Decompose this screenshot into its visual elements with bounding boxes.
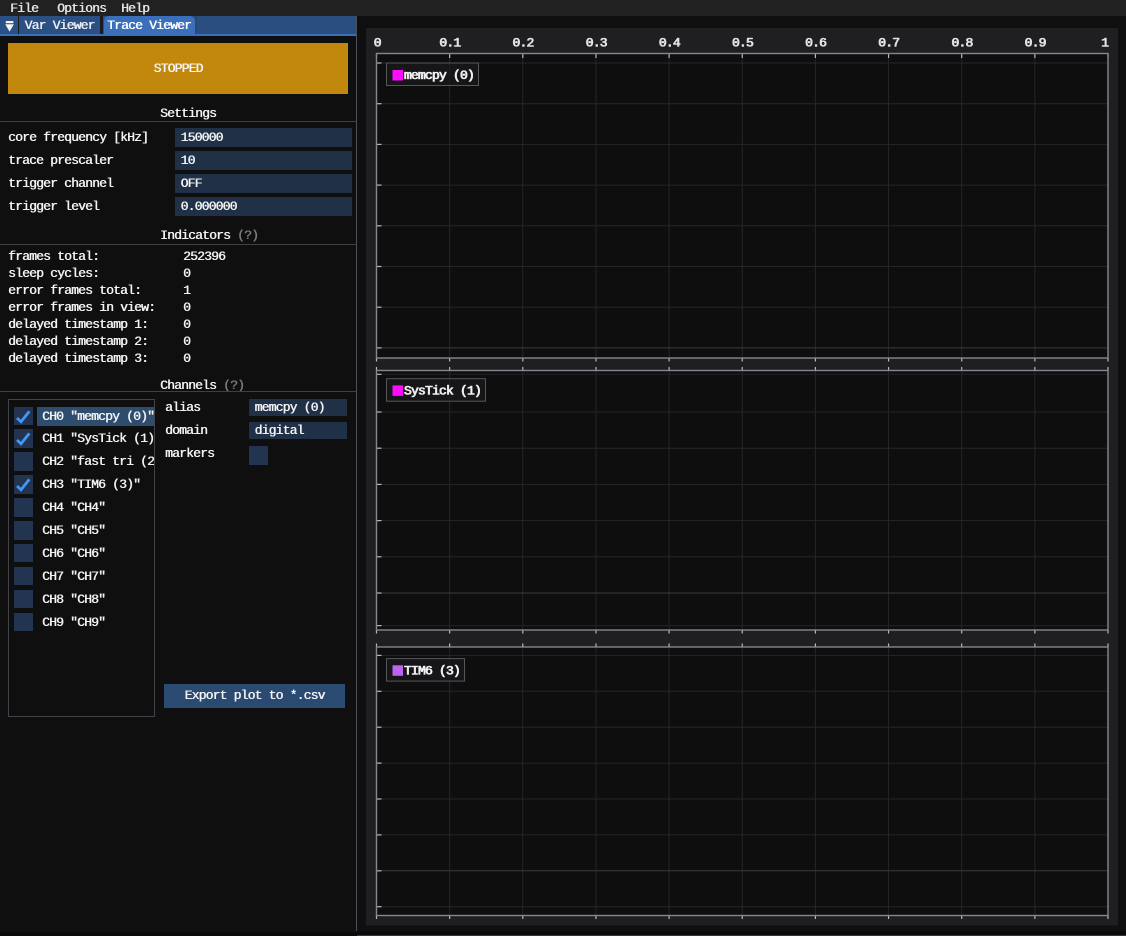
svg-text:0.7: 0.7 [878,36,899,51]
svg-text:0.5: 0.5 [732,36,753,51]
svg-text:0.6: 0.6 [805,36,826,51]
svg-text:1: 1 [1101,36,1109,51]
svg-text:0.8: 0.8 [951,36,972,51]
svg-text:SysTick (1): SysTick (1) [404,384,481,399]
svg-text:0.3: 0.3 [585,36,606,51]
svg-text:TIM6 (3): TIM6 (3) [404,664,460,679]
svg-text:0.4: 0.4 [659,36,681,51]
svg-text:0.1: 0.1 [439,36,461,51]
svg-text:0: 0 [374,36,381,51]
svg-text:memcpy (0): memcpy (0) [404,68,474,83]
svg-text:0.9: 0.9 [1024,36,1045,51]
svg-text:0.2: 0.2 [512,36,533,51]
